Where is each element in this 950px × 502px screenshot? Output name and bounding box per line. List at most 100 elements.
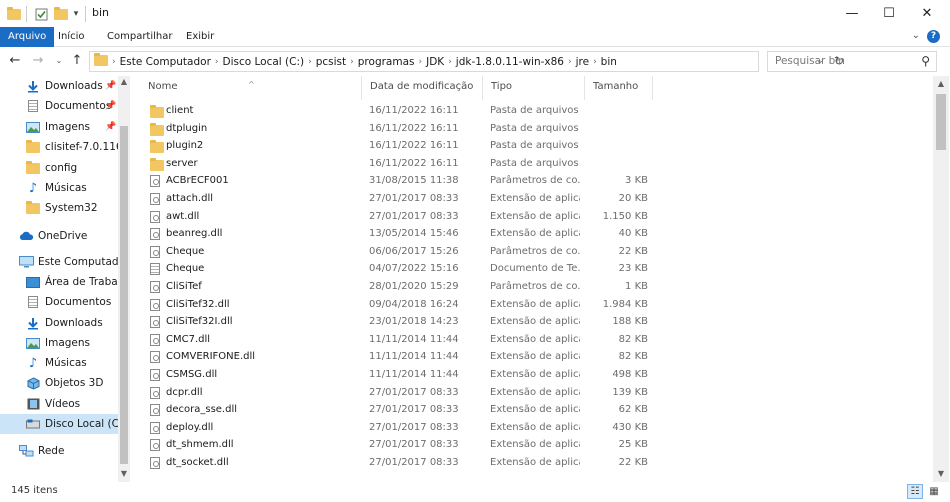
sidebar-item-clisitef[interactable]: clisitef-7.0.116.29 — [0, 137, 118, 157]
file-list-scrollbar[interactable]: ▲ ▼ — [933, 76, 949, 482]
scrollbar-thumb[interactable] — [936, 94, 946, 150]
sidebar-item-objetos-3d[interactable]: Objetos 3D — [0, 373, 118, 393]
details-view-button[interactable]: ☷ — [907, 484, 923, 499]
tab-arquivo[interactable]: Arquivo — [0, 27, 55, 47]
navigation-pane-scrollbar[interactable]: ▲ ▼ — [118, 76, 130, 482]
scroll-down-icon[interactable]: ▼ — [118, 468, 130, 480]
sidebar-item-system32[interactable]: System32 — [0, 198, 118, 218]
search-input[interactable]: Pesquisar bin ⚲ — [767, 51, 937, 72]
pin-icon[interactable]: 📌 — [105, 101, 116, 111]
file-row[interactable]: dt_shmem.dll 27/01/2017 08:33 Extensão de … — [140, 436, 656, 454]
customize-toolbar-chevron-icon[interactable]: ▾ — [70, 6, 82, 22]
breadcrumb-este-computador[interactable]: Este Computador — [120, 56, 211, 68]
search-icon[interactable]: ⚲ — [921, 54, 930, 68]
new-folder-icon[interactable] — [53, 6, 69, 22]
breadcrumb-separator-icon[interactable]: › — [215, 57, 219, 67]
file-date: 11/11/2014 11:44 — [369, 351, 459, 363]
recent-locations-chevron-icon[interactable]: ⌄ — [50, 52, 68, 70]
sidebar-item-documentos[interactable]: Documentos — [0, 292, 118, 312]
breadcrumb-separator-icon[interactable]: › — [112, 57, 116, 67]
properties-icon[interactable] — [33, 6, 49, 22]
sidebar-item-label: Disco Local (C:) — [45, 418, 118, 430]
sidebar-item-musicas-pinned[interactable]: ♪ Músicas — [0, 178, 118, 198]
forward-button[interactable]: → — [29, 52, 47, 70]
scroll-up-icon[interactable]: ▲ — [933, 78, 949, 90]
file-row[interactable]: Cheque 04/07/2022 15:16 Documento de Te...… — [140, 260, 656, 278]
file-row[interactable]: server 16/11/2022 16:11 Pasta de arquivos — [140, 155, 656, 173]
file-row[interactable]: CliSiTef 28/01/2020 15:29 Parâmetros de co… — [140, 278, 656, 296]
file-type: Extensão de aplica... — [490, 404, 580, 416]
sidebar-item-downloads-pinned[interactable]: Downloads 📌 — [0, 76, 118, 96]
expand-ribbon-chevron-icon[interactable]: ⌄ — [912, 30, 920, 41]
column-header-size[interactable]: Tamanho — [585, 76, 653, 100]
scroll-down-icon[interactable]: ▼ — [933, 468, 949, 480]
sidebar-item-musicas[interactable]: ♪ Músicas — [0, 353, 118, 373]
file-name: CliSiTef32I.dll — [166, 316, 233, 328]
sidebar-item-este-computador[interactable]: Este Computador — [0, 252, 118, 272]
settings-file-icon — [150, 175, 162, 188]
sidebar-item-label: Área de Trabalho — [45, 276, 118, 288]
sidebar-item-rede[interactable]: Rede — [0, 441, 118, 461]
close-button[interactable]: ✕ — [904, 0, 950, 27]
back-button[interactable]: ← — [6, 52, 24, 70]
breadcrumb-programas[interactable]: programas — [358, 56, 415, 68]
folder-icon[interactable] — [6, 6, 22, 22]
pin-icon[interactable]: 📌 — [105, 122, 116, 132]
settings-file-icon — [150, 386, 162, 399]
file-row[interactable]: ACBrECF001 31/08/2015 11:38 Parâmetros de … — [140, 172, 656, 190]
file-row[interactable]: awt.dll 27/01/2017 08:33 Extensão de aplic… — [140, 208, 656, 226]
scroll-up-icon[interactable]: ▲ — [118, 76, 130, 88]
breadcrumb-disco-local[interactable]: Disco Local (C:) — [223, 56, 305, 68]
sidebar-item-imagens[interactable]: Imagens — [0, 333, 118, 353]
file-row[interactable]: deploy.dll 27/01/2017 08:33 Extensão de ap… — [140, 419, 656, 437]
sidebar-item-onedrive[interactable]: OneDrive — [0, 226, 118, 246]
file-row[interactable]: dcpr.dll 27/01/2017 08:33 Extensão de apli… — [140, 384, 656, 402]
sidebar-item-documentos-pinned[interactable]: Documentos 📌 — [0, 96, 118, 116]
file-row[interactable]: CSMSG.dll 11/11/2014 11:44 Extensão de apl… — [140, 366, 656, 384]
tab-compartilhar[interactable]: Compartilhar — [99, 27, 180, 47]
breadcrumb-separator-icon[interactable]: › — [350, 57, 354, 67]
file-row[interactable]: Cheque 06/06/2017 15:26 Parâmetros de co..… — [140, 243, 656, 261]
large-icons-view-button[interactable]: ▦ — [926, 484, 942, 499]
file-row[interactable]: decora_sse.dll 27/01/2017 08:33 Extensão d… — [140, 401, 656, 419]
file-row[interactable]: plugin2 16/11/2022 16:11 Pasta de arquivos — [140, 137, 656, 155]
file-row[interactable]: CMC7.dll 11/11/2014 11:44 Extensão de apli… — [140, 331, 656, 349]
breadcrumb-jdk-version[interactable]: jdk-1.8.0.11-win-x86 — [456, 56, 564, 68]
window-title: bin — [92, 6, 110, 19]
breadcrumb-separator-icon[interactable]: › — [568, 57, 572, 67]
sidebar-item-disco-local[interactable]: Disco Local (C:) — [0, 414, 118, 434]
file-row[interactable]: CliSiTef32I.dll 23/01/2018 14:23 Extensão … — [140, 313, 656, 331]
pin-icon[interactable]: 📌 — [105, 81, 116, 91]
file-type: Extensão de aplica... — [490, 457, 580, 468]
tab-inicio[interactable]: Início — [50, 27, 92, 47]
breadcrumb-separator-icon[interactable]: › — [448, 57, 452, 67]
file-row[interactable]: CliSiTef32.dll 09/04/2018 16:24 Extensão d… — [140, 296, 656, 314]
file-name: attach.dll — [166, 193, 214, 204]
file-row[interactable]: dtplugin 16/11/2022 16:11 Pasta de arquivo… — [140, 120, 656, 138]
breadcrumb-bin[interactable]: bin — [601, 56, 617, 68]
breadcrumb-separator-icon[interactable]: › — [593, 57, 597, 67]
file-row[interactable]: dt_socket.dll 27/01/2017 08:33 Extensão de… — [140, 454, 656, 472]
column-header-type[interactable]: Tipo — [483, 76, 585, 100]
up-button[interactable]: ↑ — [68, 52, 86, 70]
breadcrumb-jdk[interactable]: JDK — [426, 56, 444, 68]
breadcrumb-jre[interactable]: jre — [576, 56, 589, 68]
address-bar[interactable]: › Este Computador › Disco Local (C:) › p… — [89, 51, 844, 72]
breadcrumb-separator-icon[interactable]: › — [419, 57, 423, 67]
sidebar-item-downloads[interactable]: Downloads — [0, 313, 118, 333]
breadcrumb-separator-icon[interactable]: › — [308, 57, 312, 67]
file-row[interactable]: beanreg.dll 13/05/2014 15:46 Extensão de a… — [140, 225, 656, 243]
sidebar-item-videos[interactable]: Vídeos — [0, 394, 118, 414]
sidebar-item-area-de-trabalho[interactable]: Área de Trabalho — [0, 272, 118, 292]
file-row[interactable]: client 16/11/2022 16:11 Pasta de arquivos — [140, 102, 656, 120]
sidebar-item-config[interactable]: config — [0, 158, 118, 178]
sidebar-item-imagens-pinned[interactable]: Imagens 📌 — [0, 117, 118, 137]
breadcrumb-pcsist[interactable]: pcsist — [316, 56, 346, 68]
column-header-name[interactable]: Nome ^ — [140, 76, 362, 100]
column-header-date[interactable]: Data de modificação — [362, 76, 483, 100]
help-icon[interactable]: ? — [927, 30, 940, 43]
file-row[interactable]: attach.dll 27/01/2017 08:33 Extensão de ap… — [140, 190, 656, 208]
scrollbar-thumb[interactable] — [120, 126, 128, 464]
file-row[interactable]: COMVERIFONE.dll 11/11/2014 11:44 Extensão … — [140, 348, 656, 366]
tab-exibir[interactable]: Exibir — [178, 27, 222, 47]
